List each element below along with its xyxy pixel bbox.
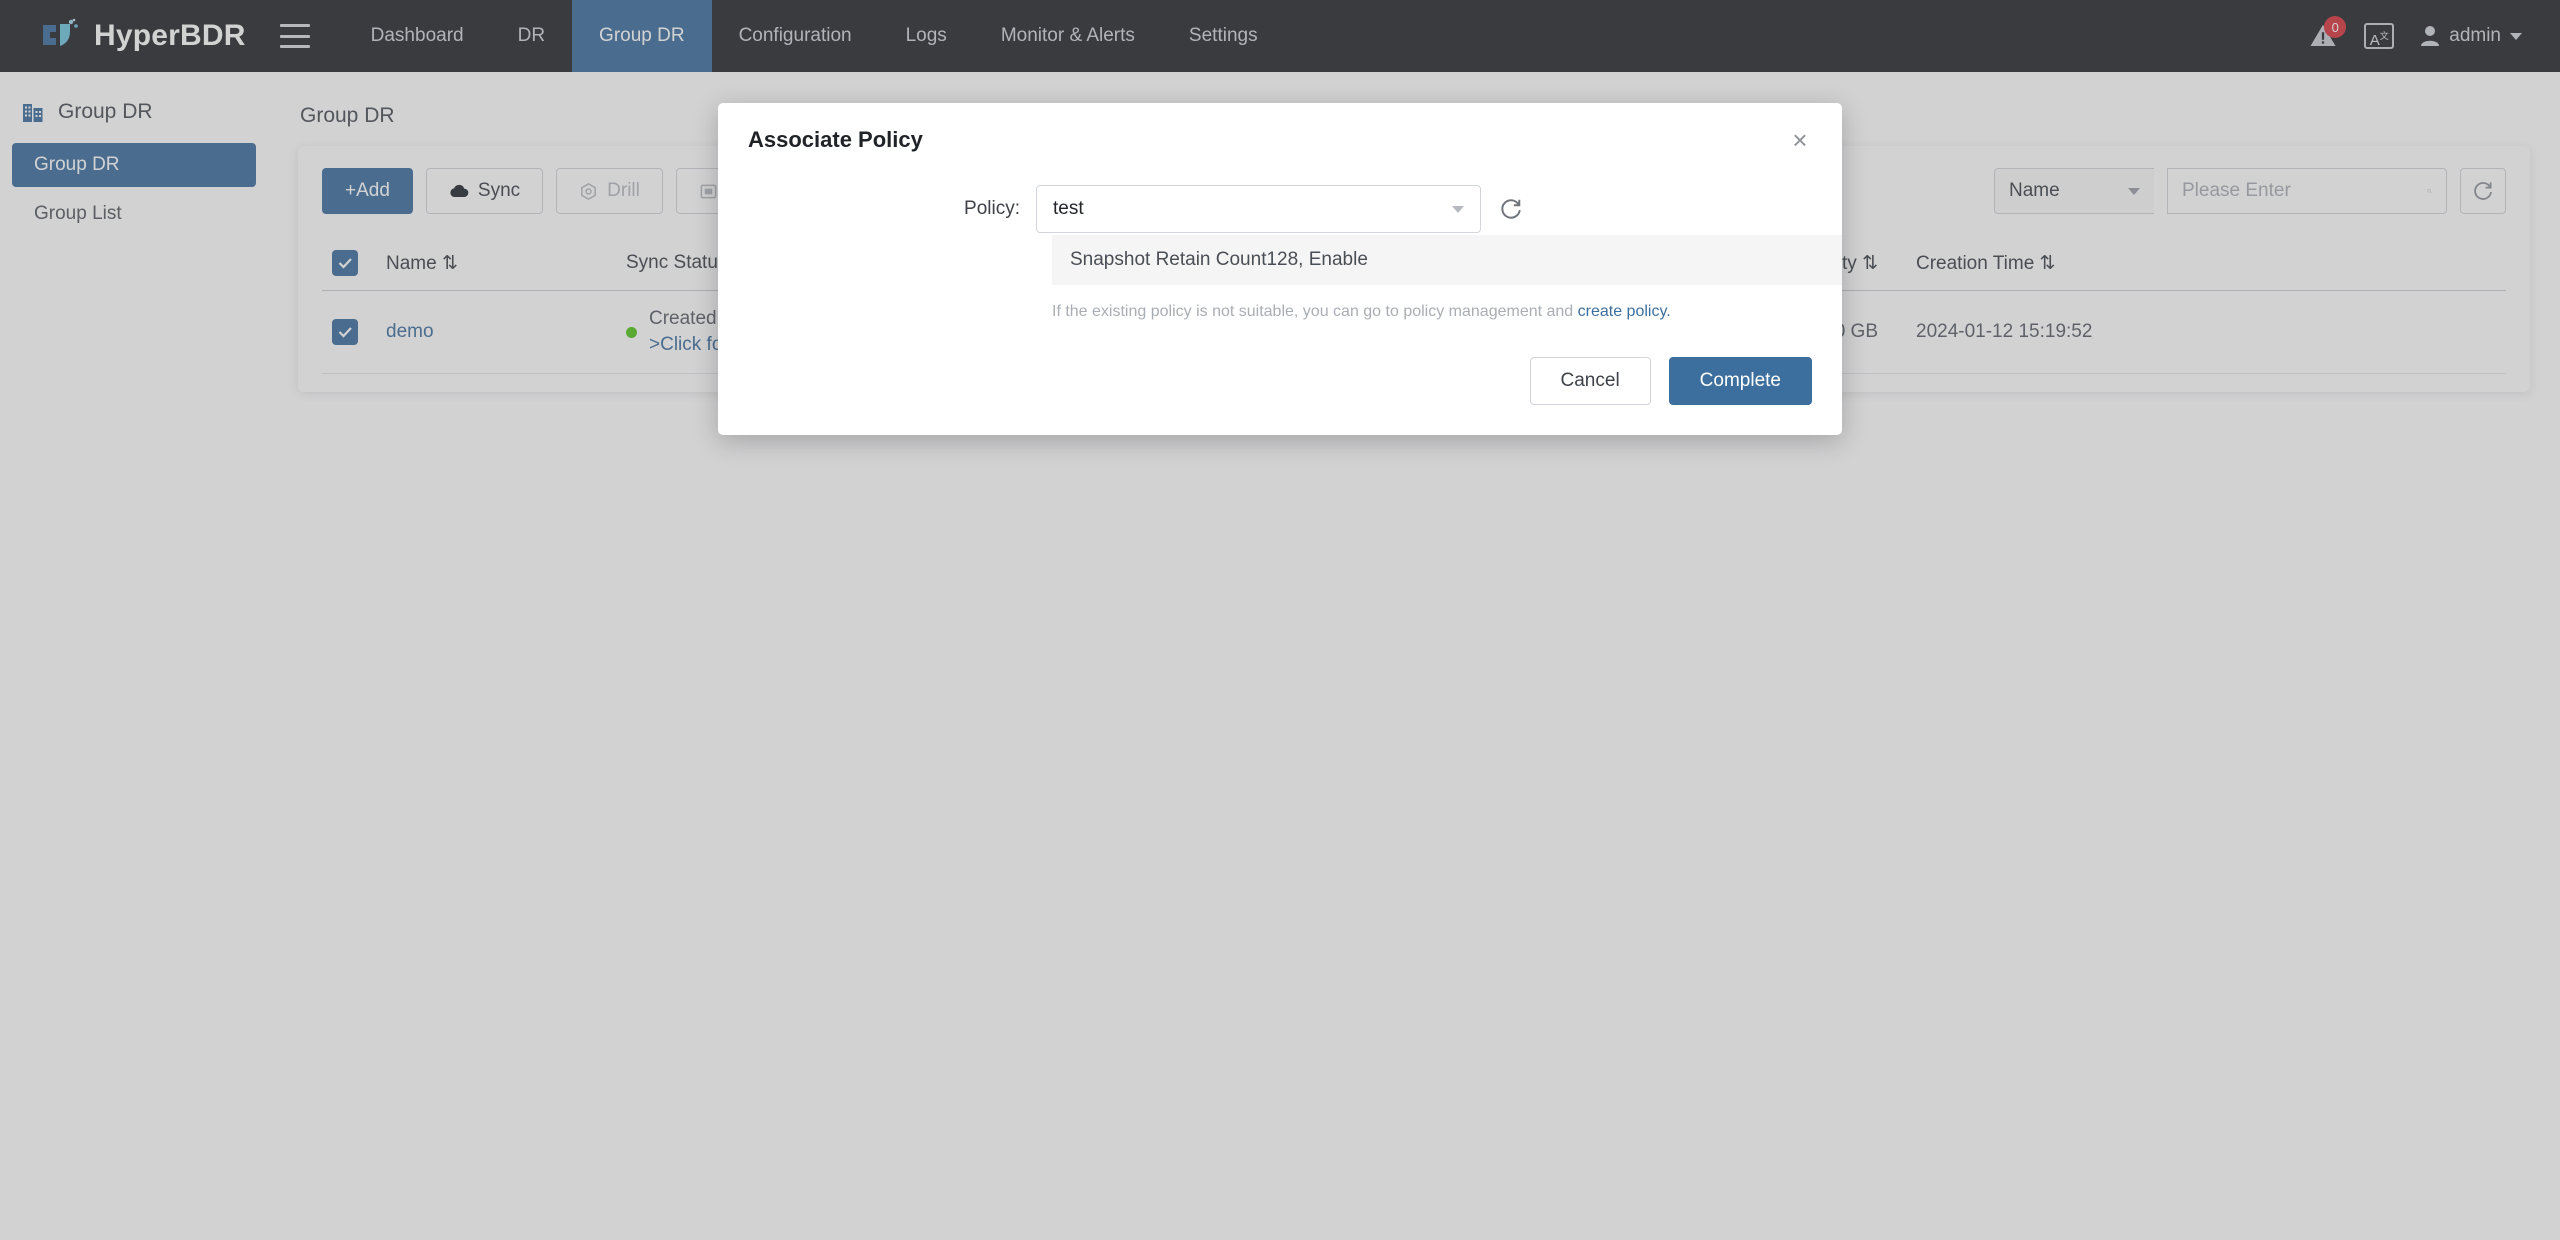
associate-policy-modal: Associate Policy × Policy: test Snapshot <box>718 103 1842 435</box>
policy-dropdown-option[interactable]: Snapshot Retain Count128, Enable <box>1070 249 1824 271</box>
create-policy-link[interactable]: create policy. <box>1578 303 1671 320</box>
policy-help-prefix: If the existing policy is not suitable, … <box>1052 303 1578 320</box>
policy-label: Policy: <box>964 198 1020 219</box>
cancel-button[interactable]: Cancel <box>1529 357 1651 405</box>
modal-body: Policy: test Snapshot Retain Count128, E… <box>718 159 1842 327</box>
modal-header: Associate Policy × <box>718 103 1842 159</box>
modal-footer: Cancel Complete <box>718 327 1842 435</box>
policy-help-text: If the existing policy is not suitable, … <box>1052 303 1812 321</box>
policy-select[interactable]: test <box>1036 185 1481 233</box>
chevron-down-icon <box>1452 205 1464 213</box>
refresh-policy-button[interactable] <box>1499 197 1523 221</box>
app-root: HyperBDR Dashboard DR Group DR Configura… <box>0 0 2560 1240</box>
modal-title: Associate Policy <box>748 127 923 152</box>
policy-dropdown-panel: Snapshot Retain Count128, Enable <box>1052 235 1842 285</box>
close-icon[interactable]: × <box>1786 127 1814 155</box>
policy-form-row: Policy: test <box>748 185 1812 233</box>
refresh-icon <box>1501 199 1521 219</box>
policy-select-value: test <box>1053 198 1084 219</box>
complete-button[interactable]: Complete <box>1668 357 1812 405</box>
